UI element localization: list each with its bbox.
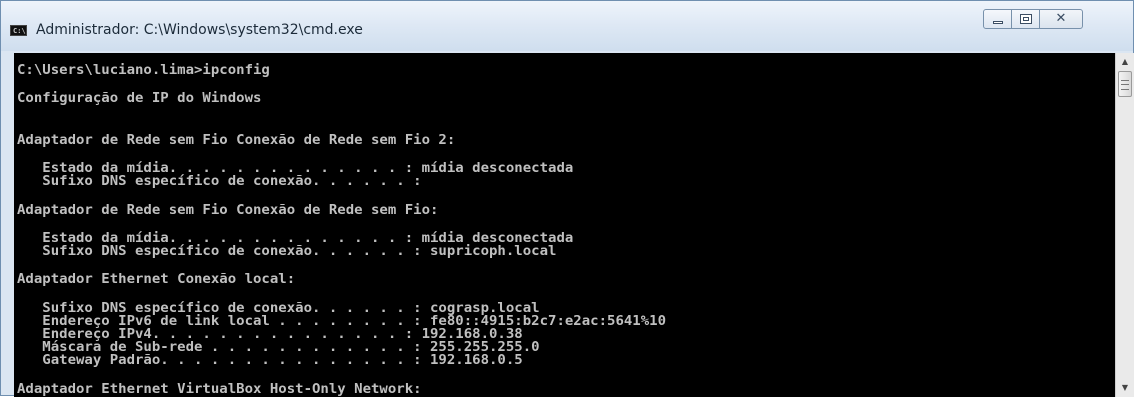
- minimize-icon: [993, 21, 1003, 24]
- console-line: Adaptador de Rede sem Fio Conexão de Red…: [17, 203, 439, 218]
- console-line: C:\Users\luciano.lima>ipconfig: [17, 63, 270, 78]
- console-line: Configuração de IP do Windows: [17, 91, 262, 106]
- console-line: Estado da mídia. . . . . . . . . . . . .…: [17, 161, 574, 176]
- console-line: Gateway Padrão. . . . . . . . . . . . . …: [17, 353, 523, 368]
- window-title: Administrador: C:\Windows\system32\cmd.e…: [36, 22, 363, 38]
- grip-icon: [1121, 80, 1129, 90]
- maximize-icon: [1020, 14, 1032, 24]
- console-line: Sufixo DNS específico de conexão. . . . …: [17, 174, 422, 189]
- vertical-scrollbar[interactable]: ▲ ▼: [1115, 53, 1134, 397]
- title-bar[interactable]: C:\ Administrador: C:\Windows\system32\c…: [1, 1, 1133, 51]
- scroll-thumb[interactable]: [1118, 71, 1132, 97]
- console-line: Adaptador Ethernet Conexão local:: [17, 272, 296, 287]
- cmd-icon[interactable]: C:\: [10, 25, 27, 36]
- maximize-button[interactable]: [1011, 9, 1040, 29]
- console-line: Endereço IPv4. . . . . . . . . . . . . .…: [17, 327, 523, 342]
- scroll-down-icon[interactable]: ▼: [1116, 379, 1134, 397]
- console-line: Máscara de Sub-rede . . . . . . . . . . …: [17, 340, 540, 355]
- console-line: Sufixo DNS específico de conexão. . . . …: [17, 301, 540, 316]
- close-button[interactable]: ✕: [1039, 9, 1083, 29]
- cmd-window: C:\ Administrador: C:\Windows\system32\c…: [0, 0, 1134, 397]
- console-line: Sufixo DNS específico de conexão. . . . …: [17, 244, 557, 259]
- close-icon: ✕: [1055, 11, 1067, 26]
- console-line: Endereço IPv6 de link local . . . . . . …: [17, 314, 667, 329]
- scroll-up-icon[interactable]: ▲: [1116, 53, 1134, 71]
- cmd-icon-text: C:\: [13, 27, 26, 35]
- minimize-button[interactable]: [983, 9, 1012, 29]
- console-line: Adaptador de Rede sem Fio Conexão de Red…: [17, 133, 456, 148]
- console-line: Estado da mídia. . . . . . . . . . . . .…: [17, 231, 574, 246]
- console-line: Adaptador Ethernet VirtualBox Host-Only …: [17, 382, 422, 397]
- console-output[interactable]: C:\Users\luciano.lima>ipconfig Configura…: [14, 53, 1115, 397]
